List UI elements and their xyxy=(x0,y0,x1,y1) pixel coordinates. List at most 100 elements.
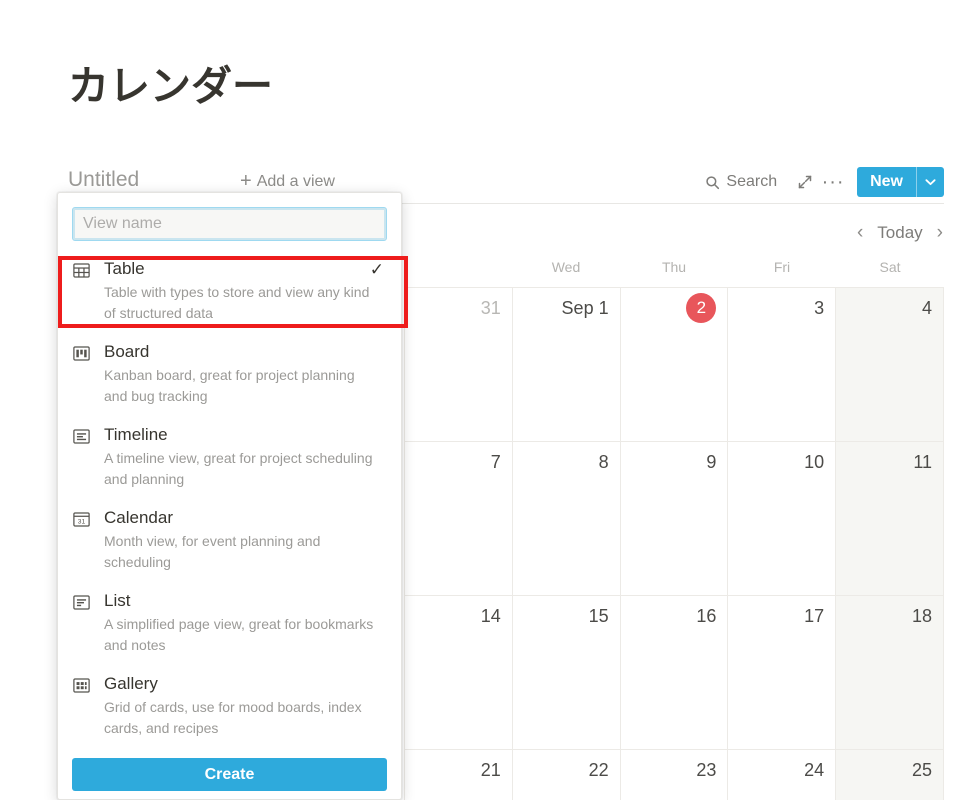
check-icon: ✓ xyxy=(369,260,384,279)
day-header-wed: Wed xyxy=(551,259,581,275)
view-type-text: Calendar Month view, for event planning a… xyxy=(94,506,387,573)
day-number: 8 xyxy=(598,452,609,472)
calendar-week-row: 21 22 23 24 25 xyxy=(405,750,944,800)
chevron-down-icon[interactable] xyxy=(916,167,944,197)
day-header-thu: Thu xyxy=(661,259,687,275)
day-header-blank xyxy=(404,256,512,287)
expand-icon[interactable] xyxy=(791,168,819,196)
calendar-day-cell[interactable]: 14 xyxy=(405,596,513,750)
calendar-day-cell[interactable]: 3 xyxy=(728,288,837,442)
calendar-nav: ‹ Today › xyxy=(857,222,943,244)
calendar-day-cell[interactable]: 10 xyxy=(728,442,837,596)
search-label: Search xyxy=(726,173,778,190)
app-root: カレンダー Untitled + Add a view Search ··· N… xyxy=(0,0,978,800)
calendar-day-cell[interactable]: 4 xyxy=(836,288,944,442)
calendar-week-row: 7 8 9 10 11 xyxy=(405,442,944,596)
calendar-day-cell[interactable]: 16 xyxy=(620,596,729,750)
day-number: 31 xyxy=(480,298,501,318)
calendar-day-cell[interactable]: 31 xyxy=(405,288,513,442)
calendar-view: Wed Thu Fri Sat 31 Sep 1 2 3 4 7 8 9 10 11 14 15 16 17 18… xyxy=(404,256,944,800)
view-type-description: Kanban board, great for project planning… xyxy=(104,367,355,404)
view-type-title: List xyxy=(104,591,131,610)
day-number: 9 xyxy=(706,452,717,472)
view-name-field-wrapper xyxy=(58,193,401,250)
calendar-week-row: 31 Sep 1 2 3 4 xyxy=(405,288,944,442)
view-type-option-calendar[interactable]: 31 Calendar Month view, for event planning… xyxy=(58,499,401,582)
view-type-text: Gallery Grid of cards, use for mood board… xyxy=(94,672,387,739)
toolbar-actions: Search ··· New xyxy=(697,166,944,198)
day-number: 21 xyxy=(480,760,501,780)
view-type-title: Table xyxy=(104,259,145,278)
page-title: カレンダー xyxy=(68,63,273,109)
calendar-day-cell[interactable]: 11 xyxy=(836,442,944,596)
view-type-title: Timeline xyxy=(104,425,168,444)
day-header-fri: Fri xyxy=(773,259,791,275)
day-number: 24 xyxy=(804,760,825,780)
calendar-day-cell[interactable]: 2 xyxy=(620,288,729,442)
view-type-option-list[interactable]: List A simplified page view, great for bo… xyxy=(58,582,401,665)
view-type-description: Grid of cards, use for mood boards, inde… xyxy=(104,699,362,736)
today-button[interactable]: Today xyxy=(877,223,922,243)
calendar-day-cell[interactable]: 23 xyxy=(620,750,729,800)
view-type-option-board[interactable]: Board Kanban board, great for project pla… xyxy=(58,333,401,416)
view-type-option-table[interactable]: Table Table with types to store and view … xyxy=(58,250,401,333)
calendar-day-cell[interactable]: 18 xyxy=(836,596,944,750)
board-icon xyxy=(72,344,94,407)
plus-icon: + xyxy=(240,170,252,192)
view-type-text: Board Kanban board, great for project pla… xyxy=(94,340,387,407)
table-icon xyxy=(72,261,94,324)
day-number: 14 xyxy=(480,606,501,626)
calendar-day-cell[interactable]: 9 xyxy=(620,442,729,596)
calendar-day-cell[interactable]: 24 xyxy=(728,750,837,800)
day-number: 22 xyxy=(588,760,609,780)
day-number: 10 xyxy=(804,452,825,472)
calendar-day-headers: Wed Thu Fri Sat xyxy=(404,256,944,287)
day-number: 15 xyxy=(588,606,609,626)
create-button[interactable]: Create xyxy=(72,758,387,791)
today-badge: 2 xyxy=(686,293,717,323)
view-type-description: Month view, for event planning and sched… xyxy=(104,533,321,570)
day-number: 17 xyxy=(804,606,825,626)
view-type-description: Table with types to store and view any k… xyxy=(104,284,370,321)
timeline-icon xyxy=(72,427,94,490)
calendar-day-cell[interactable]: 17 xyxy=(728,596,837,750)
calendar-day-cell[interactable]: 22 xyxy=(512,750,621,800)
svg-text:31: 31 xyxy=(78,519,86,526)
view-type-title: Calendar xyxy=(104,508,173,527)
create-button-wrapper: Create xyxy=(58,748,401,799)
search-button[interactable]: Search xyxy=(697,171,785,193)
create-view-popup: Table Table with types to store and view … xyxy=(57,192,402,800)
day-number: 16 xyxy=(696,606,717,626)
view-type-description: A timeline view, great for project sched… xyxy=(104,450,373,487)
day-number: Sep 1 xyxy=(561,298,609,318)
view-type-text: Table Table with types to store and view … xyxy=(94,257,387,324)
day-number: 3 xyxy=(814,298,825,318)
new-button-group: New xyxy=(857,167,944,197)
calendar-day-cell[interactable]: 7 xyxy=(405,442,513,596)
list-icon xyxy=(72,593,94,656)
calendar-day-cell[interactable]: 8 xyxy=(512,442,621,596)
search-icon xyxy=(705,175,720,190)
calendar-day-cell[interactable]: 25 xyxy=(836,750,944,800)
next-month-button[interactable]: › xyxy=(937,222,943,244)
new-button[interactable]: New xyxy=(857,167,916,197)
calendar-day-cell[interactable]: Sep 1 xyxy=(512,288,621,442)
view-tab-untitled[interactable]: Untitled xyxy=(68,166,139,194)
add-view-button[interactable]: + Add a view xyxy=(240,170,335,193)
calendar-day-cell[interactable]: 21 xyxy=(405,750,513,800)
view-type-option-timeline[interactable]: Timeline A timeline view, great for proje… xyxy=(58,416,401,499)
view-type-text: List A simplified page view, great for bo… xyxy=(94,589,387,656)
calendar-icon: 31 xyxy=(72,510,94,573)
view-name-input[interactable] xyxy=(72,207,387,241)
prev-month-button[interactable]: ‹ xyxy=(857,222,863,244)
day-number: 11 xyxy=(913,452,932,472)
day-number: 4 xyxy=(921,298,932,318)
view-type-option-gallery[interactable]: Gallery Grid of cards, use for mood board… xyxy=(58,665,401,748)
more-options-icon[interactable]: ··· xyxy=(819,168,847,196)
view-type-text: Timeline A timeline view, great for proje… xyxy=(94,423,387,490)
calendar-grid: 31 Sep 1 2 3 4 7 8 9 10 11 14 15 16 17 18 21 22 23 24 25 xyxy=(404,287,944,800)
calendar-day-cell[interactable]: 15 xyxy=(512,596,621,750)
view-type-list: Table Table with types to store and view … xyxy=(58,250,401,748)
day-number: 23 xyxy=(696,760,717,780)
add-view-label: Add a view xyxy=(256,173,335,190)
